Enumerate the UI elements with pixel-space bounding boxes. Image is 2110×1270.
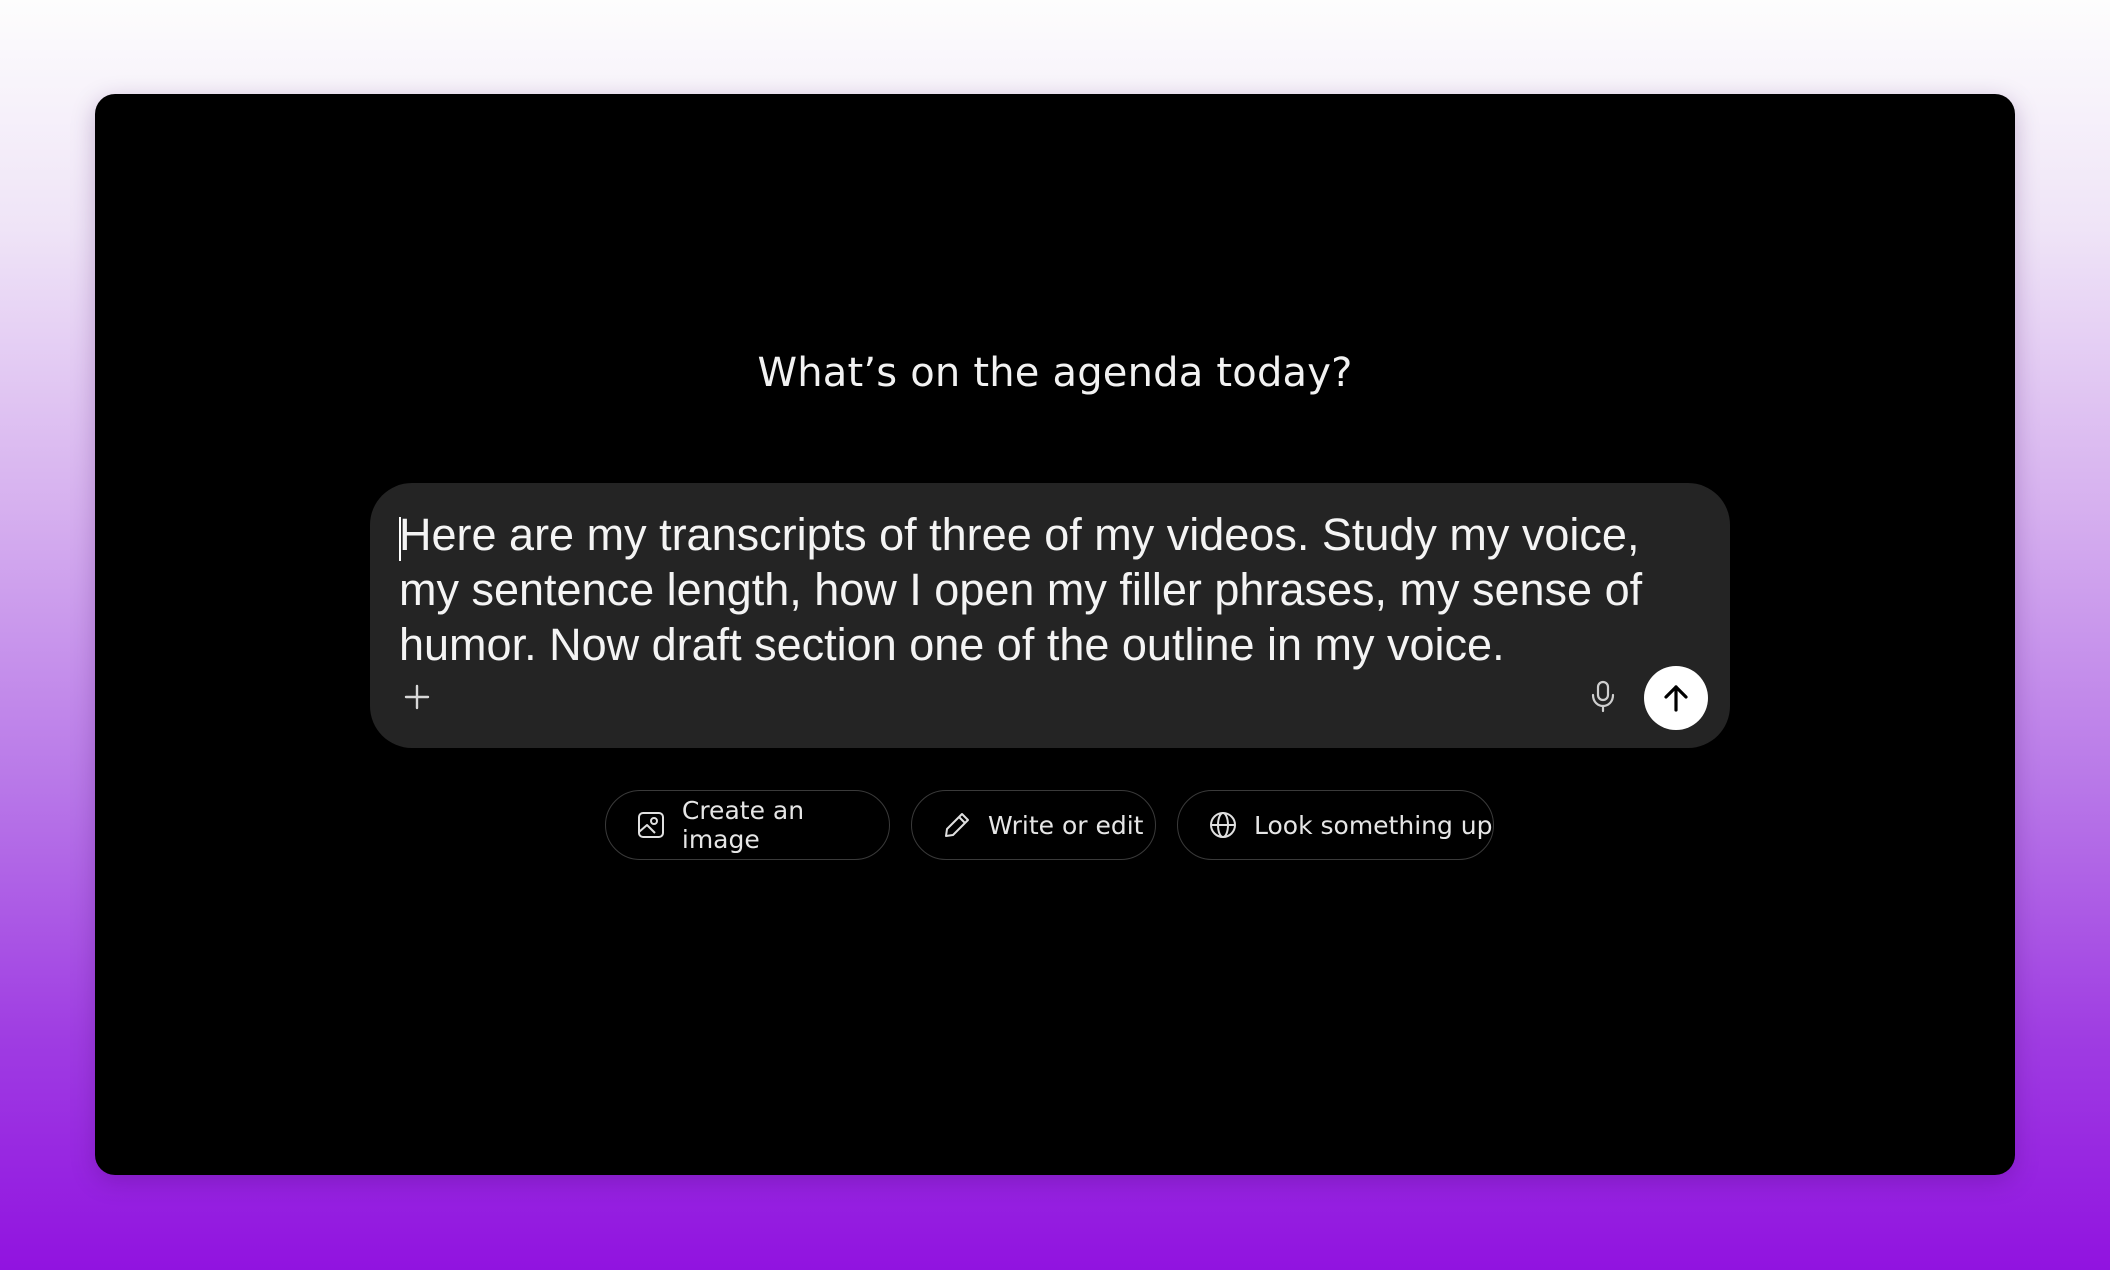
- suggestion-label: Look something up: [1254, 810, 1493, 840]
- text-caret: [399, 517, 401, 561]
- suggestion-write-or-edit[interactable]: Write or edit: [911, 790, 1156, 860]
- globe-icon: [1208, 810, 1238, 840]
- suggestion-label: Write or edit: [988, 810, 1144, 840]
- prompt-input[interactable]: Here are my transcripts of three of my v…: [399, 507, 1699, 672]
- suggestion-create-image[interactable]: Create an image: [605, 790, 890, 860]
- page-title: What’s on the agenda today?: [757, 350, 1353, 396]
- image-icon: [636, 810, 666, 840]
- voice-input-button[interactable]: [1583, 677, 1623, 717]
- send-button[interactable]: [1644, 666, 1708, 730]
- suggestion-label: Create an image: [681, 796, 805, 854]
- prompt-composer[interactable]: Here are my transcripts of three of my v…: [370, 483, 1730, 748]
- microphone-icon: [1591, 680, 1615, 713]
- plus-icon: [404, 684, 430, 710]
- add-attachment-button[interactable]: [397, 677, 437, 717]
- arrow-up-icon: [1664, 685, 1688, 712]
- app-window: What’s on the agenda today? Here are my …: [95, 94, 2015, 1175]
- suggestion-look-something-up[interactable]: Look something up: [1177, 790, 1494, 860]
- pencil-icon: [942, 810, 972, 840]
